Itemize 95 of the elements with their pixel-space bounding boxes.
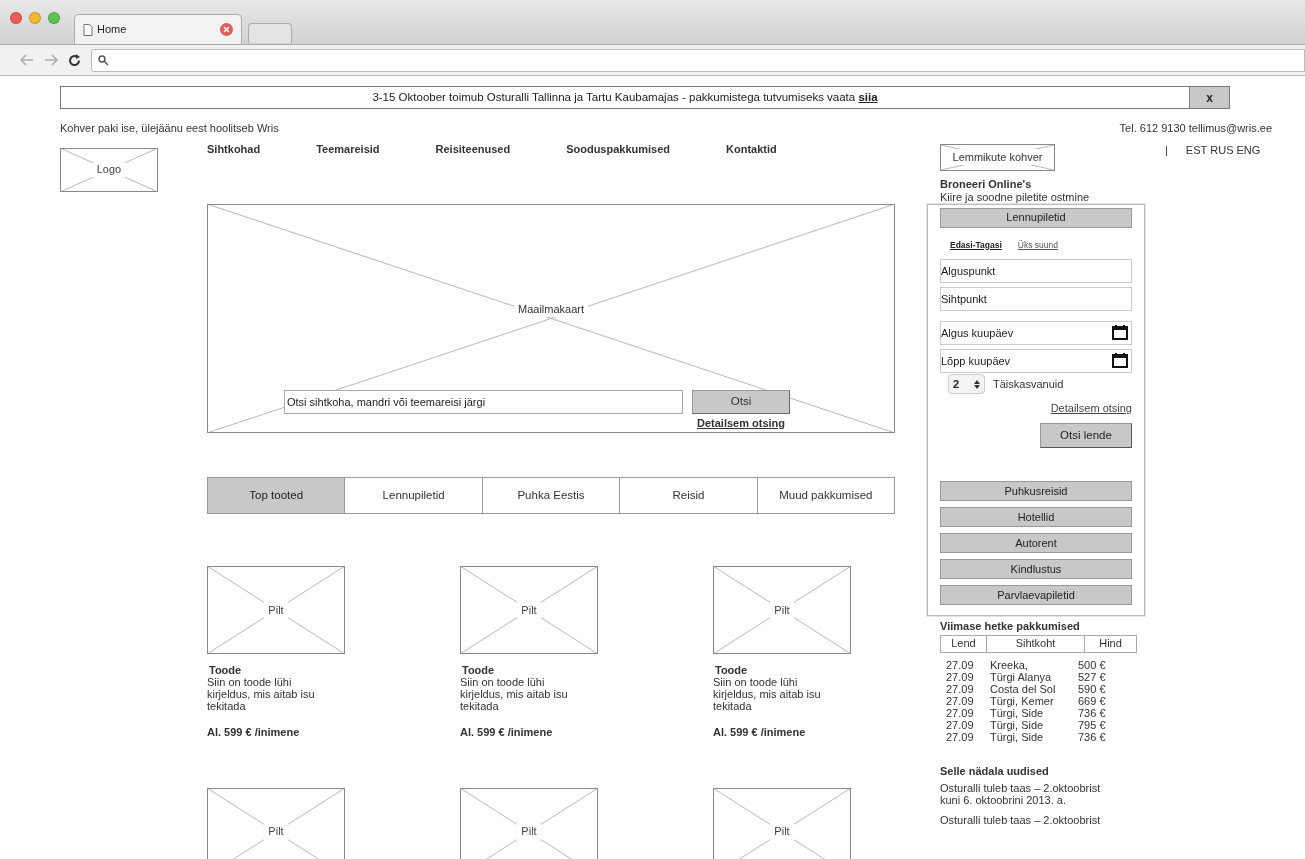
table-cell-text: 27.09 bbox=[945, 670, 975, 683]
booking-title: Broneeri Online's bbox=[940, 177, 1033, 191]
adults-label: Täiskasvanuid bbox=[993, 377, 1064, 392]
trip-type-link[interactable]: Üks suund bbox=[1017, 238, 1058, 252]
forward-icon[interactable] bbox=[44, 54, 58, 66]
product-price: Al. 599 € /inimene bbox=[460, 725, 554, 740]
language-link[interactable]: ENG bbox=[1236, 141, 1261, 859]
page-icon bbox=[83, 23, 93, 36]
table-cell-text: 27.09 bbox=[945, 706, 975, 719]
category-button[interactable]: Kindlustus bbox=[940, 558, 1132, 579]
favorites-placeholder[interactable]: Lemmikute kohver bbox=[940, 143, 1055, 171]
news-item: Osturalli tuleb taas – 2.oktoobrist kuni 6. oktoobrini 2013. a. bbox=[940, 782, 1102, 806]
table-cell: 590 € bbox=[1078, 682, 1106, 695]
advanced-search-link[interactable]: Detailsem otsing bbox=[1050, 400, 1132, 417]
close-icon[interactable] bbox=[220, 23, 233, 36]
stepper-value: 2 bbox=[953, 377, 960, 392]
address-bar[interactable] bbox=[91, 48, 1305, 72]
product-description: Siin on toode lühi kirjeldus, mis aitab isu tekitada bbox=[713, 676, 822, 712]
product-description: Siin on toode lühi kirjeldus, mis aitab isu tekitada bbox=[207, 676, 316, 712]
table-cell-text: 27.09 bbox=[945, 694, 975, 707]
calendar-icon[interactable] bbox=[1112, 325, 1128, 341]
nav-link[interactable]: Sooduspakkumised bbox=[566, 140, 671, 157]
close-button[interactable]: x bbox=[1189, 87, 1229, 108]
table-cell: 795 € bbox=[1078, 718, 1106, 731]
table-cell-text: 27.09 bbox=[945, 682, 975, 695]
column-header: Sihtkoht bbox=[986, 635, 1084, 652]
search-button[interactable]: Otsi bbox=[692, 389, 790, 414]
date-field[interactable]: Lõpp kuupäev bbox=[940, 349, 1132, 374]
search-field[interactable]: Otsi sihtkoha, mandri või teemareisi järgi bbox=[284, 389, 683, 414]
table-cell-text: Türgi, Side bbox=[989, 718, 1045, 731]
favorites-label: Lemmikute kohver bbox=[952, 148, 1043, 166]
flight-tickets-button[interactable]: Lennupiletid bbox=[940, 207, 1132, 228]
table-cell: 500 € bbox=[1078, 658, 1106, 671]
deals-title: Viimase hetke pakkumised bbox=[940, 619, 1081, 633]
table-cell: 669 € bbox=[1078, 694, 1106, 707]
table-cell-text: Türgi, Side bbox=[989, 730, 1045, 743]
language-link[interactable]: RUS bbox=[1210, 141, 1234, 859]
table-cell-text: 27.09 bbox=[945, 718, 975, 731]
table-cell-text: Türgi Alanya bbox=[989, 670, 1053, 683]
table-cell-text: Costa del Sol bbox=[989, 682, 1057, 695]
placeholder-label: Pilt bbox=[517, 823, 541, 840]
up-down-arrows-icon bbox=[974, 379, 980, 389]
product-description: Siin on toode lühi kirjeldus, mis aitab isu tekitada bbox=[460, 676, 569, 712]
table-cell-text: Türgi, Kemer bbox=[989, 694, 1055, 707]
window-control-icon[interactable] bbox=[10, 12, 22, 24]
contact-info: Tel. 612 9130 tellimus@wris.ee bbox=[1119, 121, 1272, 136]
tab-title: Home bbox=[97, 22, 128, 38]
booking-subtitle: Kiire ja soodne piletite ostmine bbox=[940, 190, 1091, 204]
tab[interactable]: Top tooted bbox=[208, 478, 345, 513]
news-title: Selle nädala uudised bbox=[940, 763, 1050, 779]
product-price: Al. 599 € /inimene bbox=[713, 725, 807, 740]
advanced-search-link[interactable]: Detailsem otsing bbox=[697, 414, 785, 431]
column-header: Lend bbox=[950, 636, 977, 652]
search-flights-button[interactable]: Otsi lende bbox=[1040, 422, 1132, 448]
search-icon bbox=[98, 54, 109, 66]
announcement-text: 3-15 Oktoober toimub Osturalli Tallinna ja Tartu Kaubamajas - pakkumistega tutvumiseks vaata siia bbox=[372, 89, 878, 105]
back-icon[interactable] bbox=[20, 54, 34, 66]
browser-tab[interactable]: Home bbox=[74, 14, 242, 44]
table-cell-text: 27.09 bbox=[945, 730, 975, 743]
text-field[interactable]: Sihtpunkt bbox=[940, 287, 1132, 312]
date-field[interactable]: Algus kuupäev bbox=[940, 321, 1132, 346]
category-button[interactable]: Hotellid bbox=[940, 506, 1132, 527]
language-link[interactable]: EST bbox=[1185, 141, 1208, 859]
category-button[interactable]: Parvlaevapiletid bbox=[940, 584, 1132, 605]
column-header: Hind bbox=[1084, 635, 1136, 652]
product-title: Toode bbox=[208, 664, 243, 676]
placeholder-label: Logo bbox=[92, 161, 126, 178]
new-tab-button[interactable] bbox=[248, 23, 292, 43]
table-cell-text: Kreeka, bbox=[989, 658, 1029, 671]
nav-link[interactable]: Reisiteenused bbox=[435, 140, 511, 157]
window-control-icon[interactable] bbox=[48, 12, 60, 24]
product-price: Al. 599 € /inimene bbox=[207, 725, 301, 740]
calendar-icon[interactable] bbox=[1112, 353, 1128, 369]
placeholder-label: Pilt bbox=[770, 823, 794, 840]
table-cell: 527 € bbox=[1078, 670, 1106, 683]
trip-type-link[interactable]: Edasi-Tagasi bbox=[950, 238, 1002, 252]
number-stepper[interactable]: 2 bbox=[948, 374, 985, 395]
placeholder-label: Pilt bbox=[264, 823, 288, 840]
product-title: Toode bbox=[461, 664, 496, 676]
table-cell: 736 € bbox=[1078, 730, 1106, 743]
news-item: Osturalli tuleb taas – 2.oktoobrist bbox=[940, 814, 1102, 826]
nav-link[interactable]: Sihtkohad bbox=[207, 140, 261, 157]
tagline: Kohver paki ise, ülejäänu eest hoolitseb Wris bbox=[60, 121, 279, 136]
category-button[interactable]: Autorent bbox=[940, 532, 1132, 553]
table-cell: 736 € bbox=[1078, 706, 1106, 719]
table-cell-text: 27.09 bbox=[945, 658, 975, 671]
category-button[interactable]: Puhkusreisid bbox=[940, 480, 1132, 501]
separator: | bbox=[1165, 142, 1168, 158]
nav-link[interactable]: Teemareisid bbox=[316, 140, 380, 157]
product-title: Toode bbox=[714, 664, 749, 676]
text-field[interactable]: Alguspunkt bbox=[940, 259, 1132, 284]
nav-link[interactable]: Kontaktid bbox=[726, 140, 777, 157]
window-control-icon[interactable] bbox=[29, 12, 41, 24]
table-cell-text: Türgi, Side bbox=[989, 706, 1045, 719]
reload-icon[interactable] bbox=[68, 53, 81, 67]
